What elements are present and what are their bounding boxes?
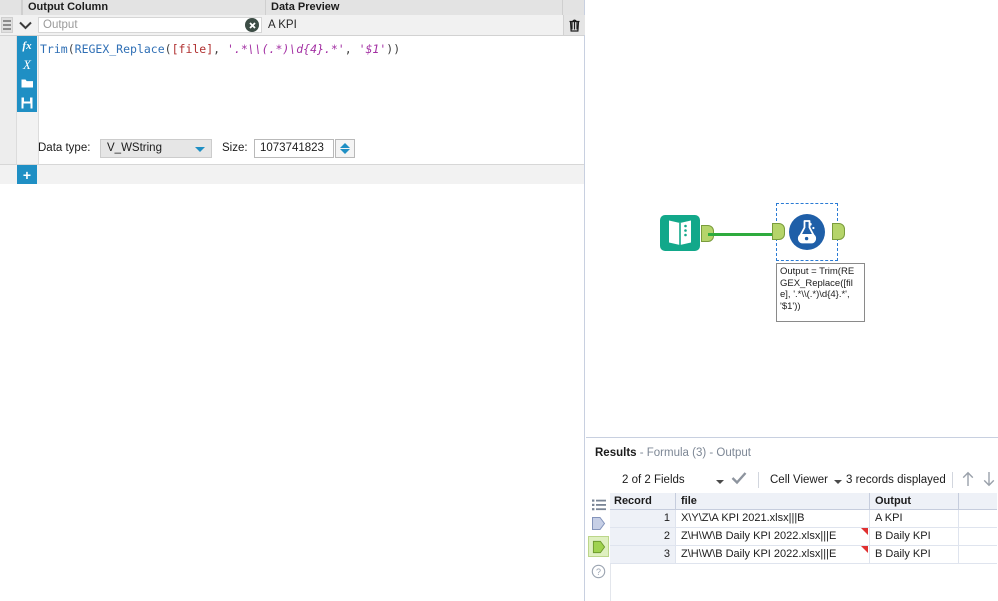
results-table-header: Record file Output [610, 493, 997, 510]
cell-record: 3 [610, 546, 676, 563]
clear-x-icon[interactable] [245, 18, 259, 32]
editor-tool-column: fx X [17, 36, 39, 164]
config-panel-empty-area [0, 184, 584, 601]
data-preview-header: Data Preview [266, 0, 563, 15]
app-root: Output Column Data Preview Output A KPI [0, 0, 998, 601]
cell-output[interactable]: A KPI [870, 510, 959, 527]
results-panel: Results - Formula (3) - Output 2 of 2 Fi… [586, 437, 998, 601]
arrow-up-icon[interactable] [961, 471, 975, 490]
cell-record: 2 [610, 528, 676, 545]
output-anchor[interactable] [832, 223, 845, 240]
cell-file[interactable]: Z\H\W\B Daily KPI 2022.xlsx|||E [676, 528, 870, 545]
size-input[interactable]: 1073741823 [254, 139, 334, 158]
column-header-output[interactable]: Output [870, 493, 959, 509]
gutter-header [0, 0, 22, 15]
plus-icon[interactable]: + [17, 165, 37, 184]
help-icon[interactable]: ? [590, 563, 607, 580]
output-column-name-input[interactable]: Output [38, 17, 262, 33]
config-column-headers: Output Column Data Preview [0, 0, 584, 16]
size-stepper[interactable] [335, 139, 355, 158]
cell-viewer-button[interactable]: Cell Viewer [770, 474, 828, 486]
cell-output[interactable]: B Daily KPI [870, 528, 959, 545]
cell-file[interactable]: X\Y\Z\A KPI 2021.xlsx|||B [676, 510, 870, 527]
check-icon[interactable] [731, 471, 747, 488]
formula-token-str: '.*\\(.*)\d{4}.*' [227, 42, 345, 56]
truncation-warning-icon [861, 546, 868, 553]
results-toolbar: 2 of 2 Fields Cell Viewer 3 records disp… [586, 467, 997, 494]
chevron-down-icon[interactable] [834, 480, 842, 484]
stepper-up-icon[interactable] [340, 143, 350, 148]
formula-token-field: [file] [171, 42, 214, 56]
workflow-canvas[interactable]: Output = Trim(REGEX_Replace([file], '.*\… [586, 0, 998, 437]
formula-config-panel: Output Column Data Preview Output A KPI [0, 0, 585, 601]
formula-token-punc: ( [67, 42, 75, 56]
table-row[interactable]: 2 Z\H\W\B Daily KPI 2022.xlsx|||E B Daily … [610, 528, 997, 546]
input-anchor[interactable] [772, 223, 785, 240]
formula-token-punc: )) [386, 42, 401, 56]
toolbar-separator [758, 472, 759, 488]
data-type-row: Data type: V_WString Size: 1073741823 [38, 139, 358, 159]
chevron-down-icon[interactable] [16, 16, 34, 34]
output-column-header: Output Column [22, 0, 266, 15]
cell-record: 1 [610, 510, 676, 527]
trash-icon[interactable] [563, 15, 585, 35]
data-type-value: V_WString [107, 142, 162, 154]
formula-expression[interactable]: Trim(REGEX_Replace([file], '.*\\(.*)\d{4… [40, 41, 580, 57]
results-table: Record file Output 1 X\Y\Z\A KPI 2021.xls… [610, 493, 997, 564]
records-displayed-label: 3 records displayed [846, 474, 946, 486]
formula-token-str: '$1' [358, 42, 387, 56]
cell-output[interactable]: B Daily KPI [870, 546, 959, 563]
connection-line[interactable] [708, 233, 780, 236]
editor-gutter [0, 36, 17, 164]
book-icon [660, 215, 700, 251]
output-name-row: Output A KPI [0, 15, 585, 36]
stepper-down-icon[interactable] [340, 149, 350, 154]
formula-token-fn: REGEX_Replace [74, 42, 165, 56]
size-label: Size: [222, 142, 248, 154]
table-row[interactable]: 3 Z\H\W\B Daily KPI 2022.xlsx|||E B Daily … [610, 546, 997, 564]
results-title-label: Results [595, 447, 637, 459]
list-config-icon[interactable] [590, 496, 607, 513]
results-table-body: 1 X\Y\Z\A KPI 2021.xlsx|||B A KPI 2 Z\H\W\B … [610, 510, 997, 564]
drag-handle-icon[interactable] [1, 17, 13, 33]
data-type-select[interactable]: V_WString [100, 139, 212, 158]
results-side-rail: ? [586, 493, 611, 601]
truncation-warning-icon [861, 528, 868, 535]
variable-x-icon[interactable]: X [17, 55, 37, 74]
data-preview-value: A KPI [268, 19, 297, 31]
output-anchor-icon[interactable] [588, 536, 609, 557]
data-type-label: Data type: [38, 142, 91, 154]
chevron-down-icon [195, 147, 205, 152]
input-anchor-icon[interactable] [590, 515, 607, 532]
fx-icon[interactable]: fx [17, 36, 37, 55]
formula-node[interactable] [772, 203, 845, 261]
results-title-suffix: - Formula (3) - Output [636, 447, 751, 459]
formula-token-punc: ( [164, 42, 172, 56]
chevron-down-icon[interactable] [716, 480, 724, 484]
trash-column-header [563, 0, 584, 15]
arrow-down-icon[interactable] [982, 471, 996, 490]
flask-icon [789, 214, 825, 250]
table-row[interactable]: 1 X\Y\Z\A KPI 2021.xlsx|||B A KPI [610, 510, 997, 528]
formula-token-punc: , [344, 42, 359, 56]
column-header-record[interactable]: Record [610, 493, 676, 509]
formula-token-punc: , [213, 42, 227, 56]
column-header-file[interactable]: file [676, 493, 870, 509]
formula-token-fn: Trim [40, 42, 68, 56]
folder-open-icon[interactable] [17, 74, 37, 93]
results-title: Results - Formula (3) - Output [595, 447, 751, 459]
node-annotation: Output = Trim(REGEX_Replace([file], '.*\… [776, 263, 865, 322]
fields-selector-label[interactable]: 2 of 2 Fields [622, 474, 685, 486]
svg-text:?: ? [596, 567, 601, 577]
cell-file[interactable]: Z\H\W\B Daily KPI 2022.xlsx|||E [676, 546, 870, 563]
toolbar-separator [952, 472, 953, 488]
add-formula-row: + [0, 165, 584, 185]
floppy-save-icon[interactable] [17, 93, 37, 112]
text-input-node[interactable] [659, 212, 714, 254]
